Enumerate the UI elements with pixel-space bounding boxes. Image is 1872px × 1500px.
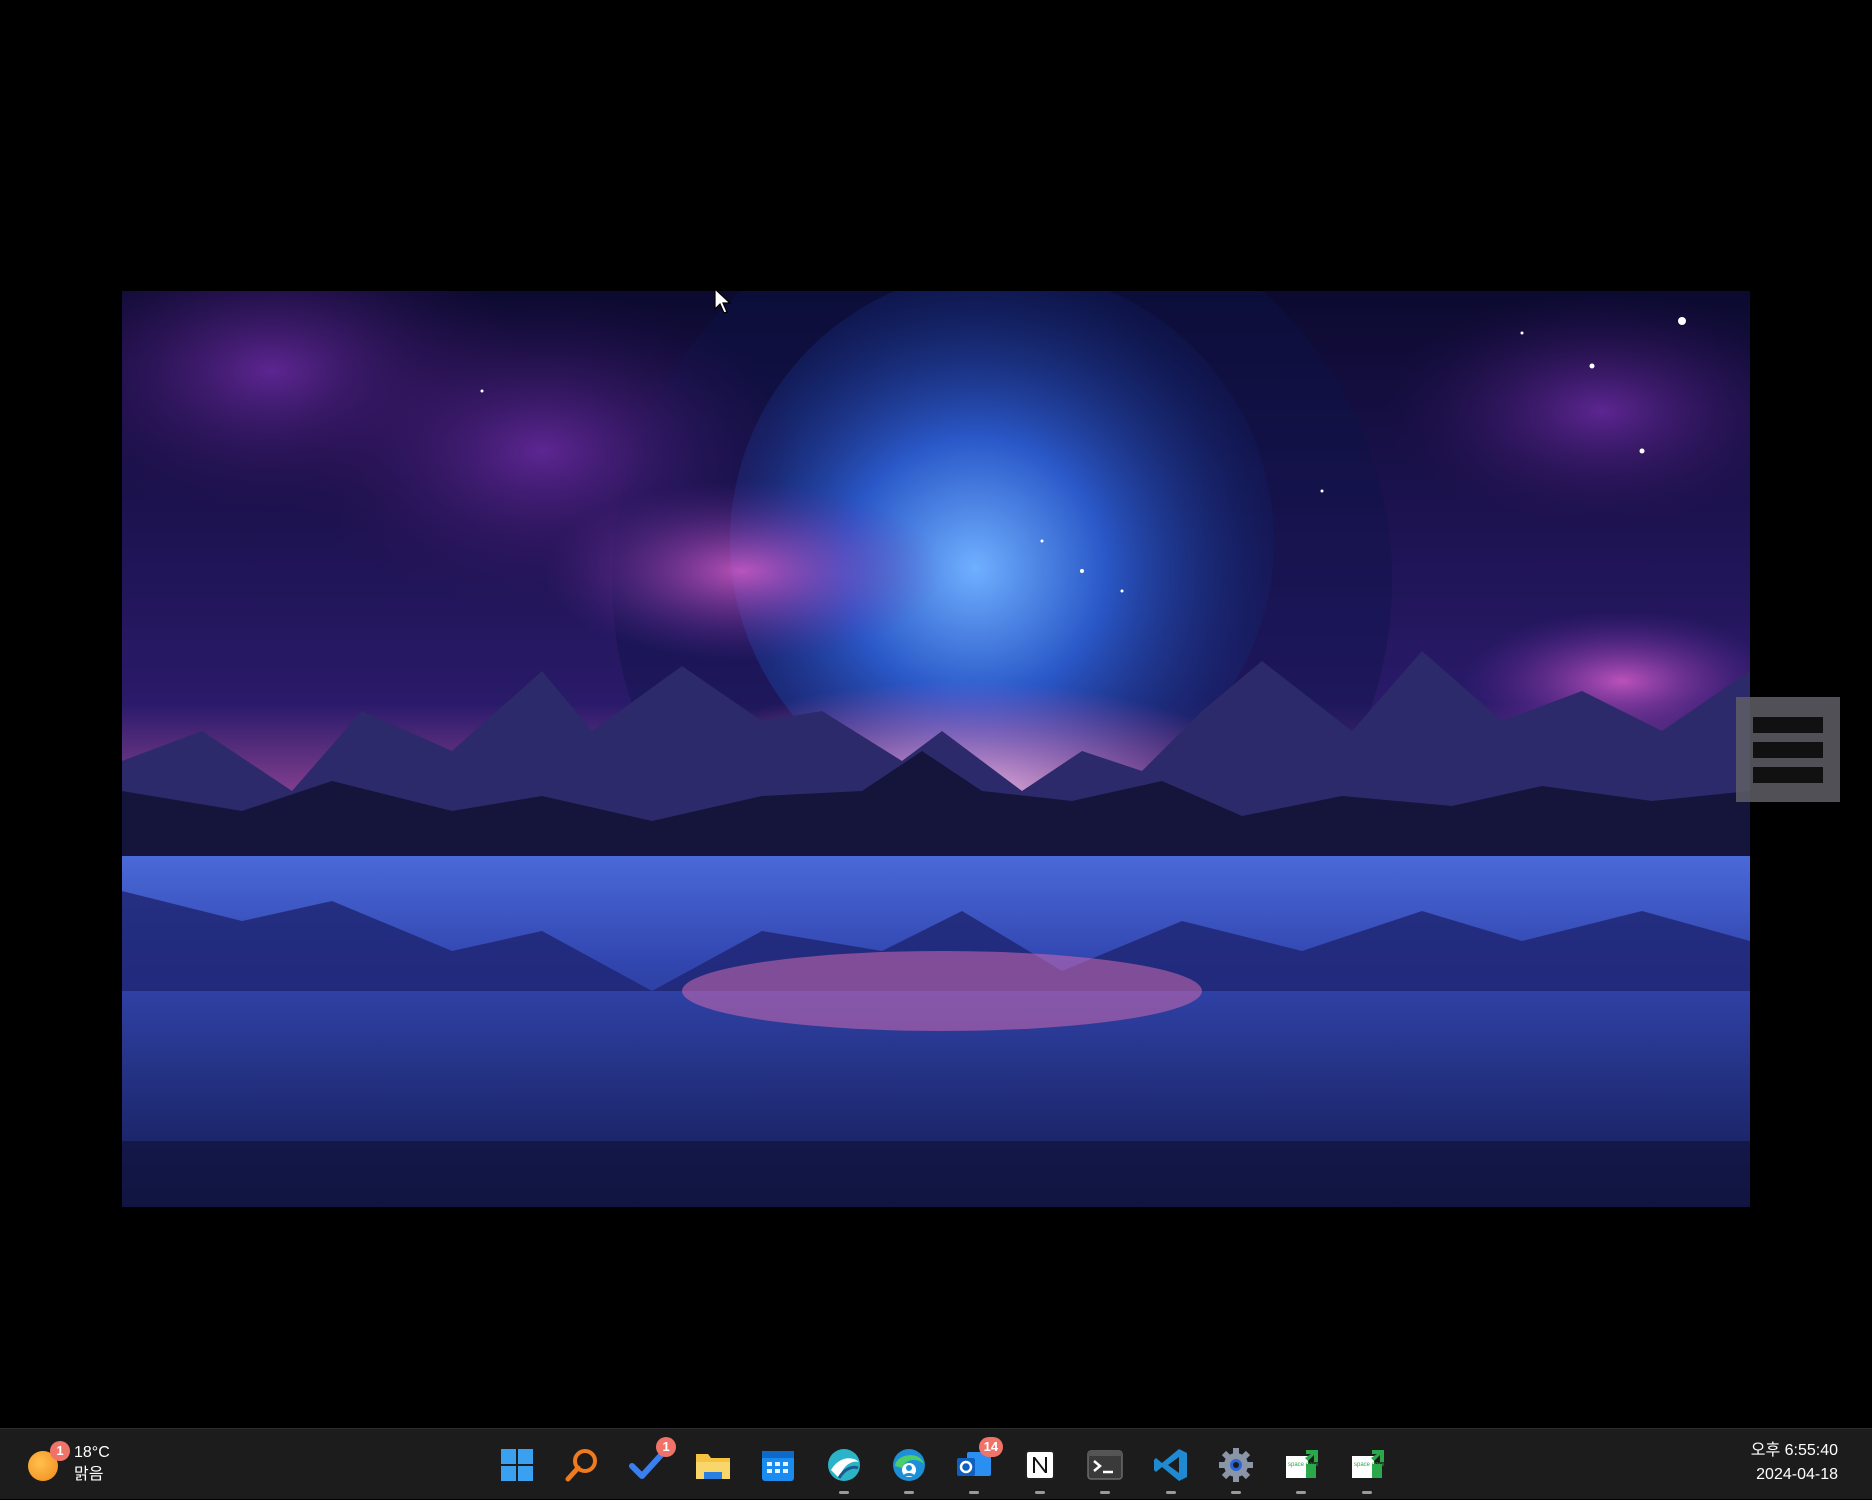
search-icon — [565, 1448, 598, 1481]
swirl-app-button[interactable] — [811, 1429, 876, 1500]
terminal-icon — [1087, 1449, 1123, 1480]
folder-icon — [695, 1453, 730, 1479]
spacedesk-label: space desk — [1288, 1462, 1319, 1468]
notion-button[interactable] — [1007, 1429, 1072, 1500]
clock-date: 2024-04-18 — [1756, 1466, 1838, 1483]
running-indicator — [1361, 1491, 1372, 1494]
weather-widget[interactable]: 1 18°C 맑음 — [28, 1438, 138, 1490]
mouse-cursor-icon — [714, 287, 732, 319]
weather-badge: 1 — [50, 1441, 70, 1461]
menu-bar-line — [1753, 716, 1823, 733]
windows-start-icon — [500, 1448, 533, 1481]
wallpaper-image — [122, 291, 1750, 1207]
taskbar: 1 18°C 맑음 1 14 space desk space desk 오후 … — [0, 1428, 1872, 1499]
running-indicator — [1165, 1491, 1176, 1494]
file-explorer-button[interactable] — [680, 1429, 745, 1500]
terminal-button[interactable] — [1073, 1429, 1138, 1500]
vscode-icon — [1153, 1448, 1187, 1481]
spacedesk-icon: space desk — [1351, 1449, 1385, 1478]
search-button[interactable] — [549, 1429, 614, 1500]
spacedesk-label: space desk — [1354, 1462, 1385, 1468]
edge-browser-button[interactable] — [876, 1429, 941, 1500]
running-indicator — [1296, 1491, 1307, 1494]
running-indicator — [1230, 1491, 1241, 1494]
sun-weather-icon: 1 — [28, 1441, 70, 1481]
menu-bar-line — [1753, 741, 1823, 758]
swirl-app-icon — [827, 1448, 860, 1481]
spacedesk-button-2[interactable]: space desk — [1334, 1429, 1399, 1500]
start-button[interactable] — [484, 1429, 549, 1500]
running-indicator — [904, 1491, 915, 1494]
outlook-badge: 14 — [978, 1437, 1004, 1457]
system-clock[interactable]: 오후 6:55:40 2024-04-18 — [1751, 1439, 1838, 1487]
notion-icon — [1024, 1449, 1055, 1480]
taskbar-app-list: 1 14 space desk space desk — [484, 1429, 1399, 1500]
running-indicator — [838, 1491, 849, 1494]
running-indicator — [1100, 1491, 1111, 1494]
spacedesk-button-1[interactable]: space desk — [1269, 1429, 1334, 1500]
vscode-button[interactable] — [1138, 1429, 1203, 1500]
edge-browser-icon — [893, 1448, 926, 1481]
running-indicator — [1034, 1491, 1045, 1494]
gear-icon — [1218, 1447, 1253, 1482]
calendar-button[interactable] — [746, 1429, 811, 1500]
todo-app-button[interactable]: 1 — [615, 1429, 680, 1500]
desktop — [0, 0, 1872, 1428]
outlook-button[interactable]: 14 — [942, 1429, 1007, 1500]
running-indicator — [969, 1491, 980, 1494]
weather-condition: 맑음 — [74, 1466, 104, 1483]
clock-time: 오후 6:55:40 — [1750, 1442, 1838, 1459]
calendar-icon — [762, 1450, 795, 1481]
spacedesk-icon: space desk — [1286, 1449, 1320, 1478]
todo-badge: 1 — [656, 1437, 677, 1457]
weather-temperature: 18°C — [74, 1444, 110, 1461]
menu-bar-line — [1753, 766, 1823, 783]
hamburger-menu-handle[interactable] — [1736, 697, 1840, 802]
settings-button[interactable] — [1203, 1429, 1268, 1500]
